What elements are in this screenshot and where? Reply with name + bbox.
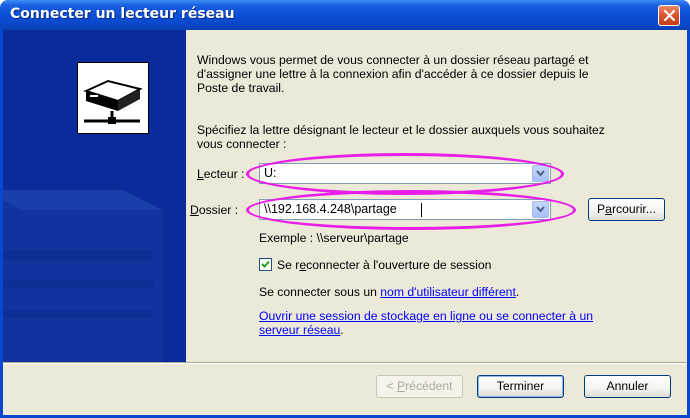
reconnect-checkbox[interactable] [259, 258, 272, 271]
online-storage-suffix: . [340, 323, 344, 337]
folder-path-combobox[interactable]: \\192.168.4.248\partage [259, 199, 551, 220]
close-icon [663, 9, 676, 22]
online-storage-line-2: serveur réseau. [259, 323, 344, 338]
reconnect-label-post: connecter à l'ouverture de session [306, 258, 492, 272]
network-drive-icon [77, 62, 149, 134]
drive-label: Lecteur : [197, 167, 244, 181]
browse-button[interactable]: Parcourir... [588, 198, 665, 221]
path-example: Exemple : \\serveur\partage [259, 231, 409, 245]
different-user-line: Se connecter sous un nom d'utilisateur d… [259, 285, 519, 300]
drive-label-text: ecteur : [203, 167, 245, 181]
drive-letter-select[interactable]: U: [259, 163, 551, 184]
drive-letter-value: U: [264, 166, 277, 180]
finish-button[interactable]: Terminer [477, 375, 564, 398]
intro-line-1: Windows vous permet de vous connecter à … [197, 53, 589, 67]
folder-label-text: ossier : [198, 203, 239, 217]
drive-label-accel: L [197, 167, 204, 181]
dialog-window: Connecter un lecteur réseau Windows vous… [0, 0, 690, 418]
reconnect-label-pre: Se r [277, 258, 300, 272]
checkmark-icon [261, 260, 270, 268]
intro-line-3: Poste de travail. [197, 81, 285, 95]
different-user-link[interactable]: nom d'utilisateur différent [380, 285, 516, 299]
wizard-content: Windows vous permet de vous connecter à … [186, 30, 687, 362]
folder-path-value: \\192.168.4.248\partage [264, 202, 397, 216]
previous-button[interactable]: < Précédent [376, 375, 463, 398]
dialog-client-area: Windows vous permet de vous connecter à … [3, 30, 687, 415]
window-title: Connecter un lecteur réseau [10, 6, 235, 22]
text-cursor [421, 203, 422, 217]
close-button[interactable] [658, 5, 680, 26]
browse-label-pre: P [597, 202, 606, 216]
different-user-prefix: Se connecter sous un [259, 285, 381, 299]
intro-line-2: d'assigner une lettre à la connexion afi… [197, 67, 589, 81]
drive-dropdown-button[interactable] [532, 165, 549, 182]
folder-dropdown-button[interactable] [532, 201, 549, 218]
title-bar[interactable]: Connecter un lecteur réseau [0, 0, 690, 30]
previous-label-post: récédent [405, 379, 453, 393]
browse-label-post: rcourir... [611, 202, 656, 216]
chevron-down-icon [536, 206, 545, 213]
wizard-banner [3, 30, 186, 362]
instruction-line-2: vous connecter : [197, 137, 287, 151]
previous-label-accel: P [396, 379, 406, 393]
folder-label: Dossier : [190, 203, 238, 217]
online-storage-link-line-2[interactable]: serveur réseau [259, 323, 340, 337]
browse-label-accel: a [605, 202, 612, 216]
chevron-down-icon [536, 170, 545, 177]
online-storage-link-line-1[interactable]: Ouvrir une session de stockage en ligne … [259, 309, 593, 324]
previous-label-pre: < [386, 379, 397, 393]
folder-label-accel: D [190, 203, 199, 217]
button-separator [3, 362, 687, 364]
cancel-button[interactable]: Annuler [584, 375, 671, 398]
banner-decoration [3, 190, 163, 362]
reconnect-label[interactable]: Se reconnecter à l'ouverture de session [277, 258, 491, 272]
instruction-line-1: Spécifiez la lettre désignant le lecteur… [197, 123, 605, 137]
different-user-suffix: . [515, 285, 520, 299]
